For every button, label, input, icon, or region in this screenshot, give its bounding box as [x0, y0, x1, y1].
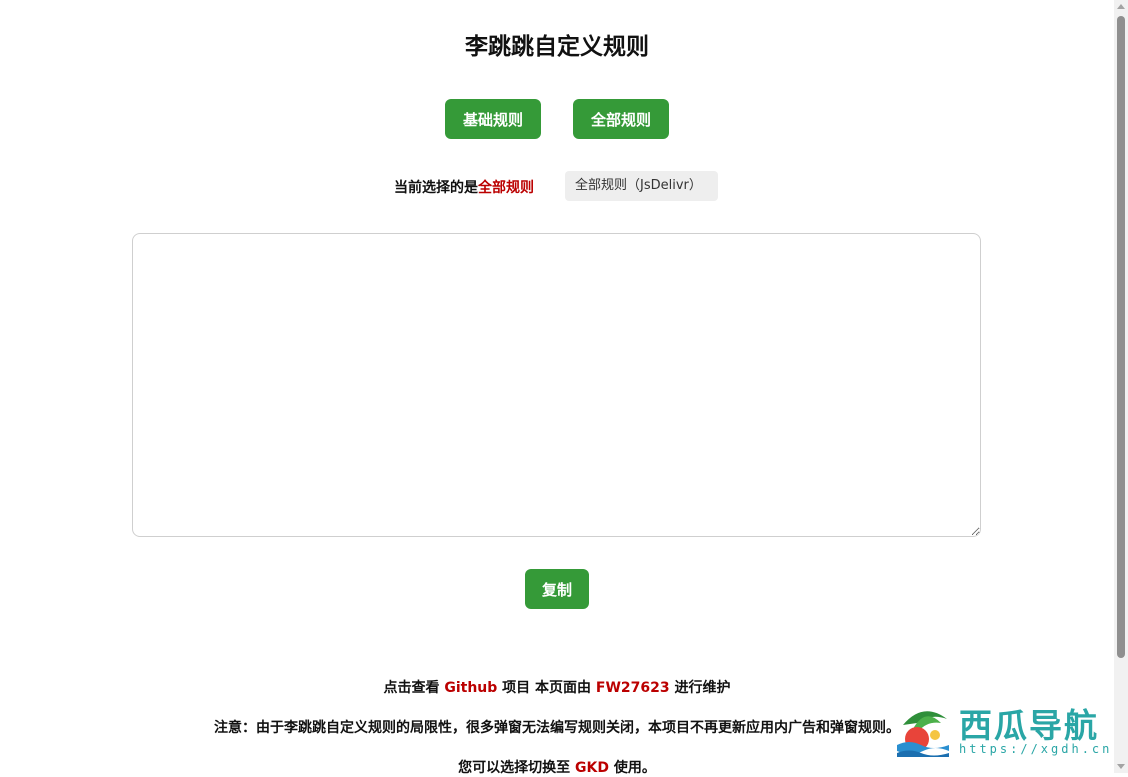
selection-prefix: 当前选择的是 [394, 180, 478, 196]
footer-text-c: 进行维护 [669, 680, 731, 696]
page: 李跳跳自定义规则 基础规则 全部规则 当前选择的是全部规则 全部规则（JsDel… [0, 0, 1114, 776]
scroll-up-arrow-icon[interactable] [1117, 4, 1125, 9]
selection-row: 当前选择的是全部规则 全部规则（JsDelivr） [0, 171, 1114, 201]
scrollbar-thumb[interactable] [1117, 16, 1125, 658]
maintainer-link[interactable]: FW27623 [596, 680, 670, 696]
watermark-name: 西瓜导航 [959, 706, 1099, 745]
footer-switch-a: 您可以选择切换至 [458, 760, 576, 776]
selection-label: 当前选择的是全部规则 [394, 177, 534, 197]
watermark-url: https://xgdh.cn [959, 742, 1113, 756]
vertical-scrollbar[interactable] [1114, 0, 1128, 773]
github-link[interactable]: Github [444, 680, 497, 696]
watermelon-logo-icon [897, 711, 949, 757]
basic-rules-button[interactable]: 基础规则 [445, 99, 541, 139]
watermark: 西瓜导航 https://xgdh.cn [893, 695, 1113, 761]
scroll-down-arrow-icon[interactable] [1117, 764, 1125, 769]
footer-text-b: 项目 本页面由 [497, 680, 596, 696]
selected-rule-name: 全部规则 [478, 180, 534, 196]
footer-info-line: 点击查看 Github 项目 本页面由 FW27623 进行维护 [0, 677, 1114, 697]
source-select[interactable]: 全部规则（JsDelivr） [565, 171, 718, 201]
copy-button[interactable]: 复制 [525, 569, 589, 609]
page-title: 李跳跳自定义规则 [465, 34, 649, 60]
all-rules-button[interactable]: 全部规则 [573, 99, 669, 139]
rules-textarea[interactable] [132, 233, 981, 537]
footer-switch-b: 使用。 [608, 760, 656, 776]
rule-button-row: 基础规则 全部规则 [0, 99, 1114, 139]
footer-text-a: 点击查看 [383, 680, 445, 696]
gkd-link[interactable]: GKD [575, 760, 609, 776]
